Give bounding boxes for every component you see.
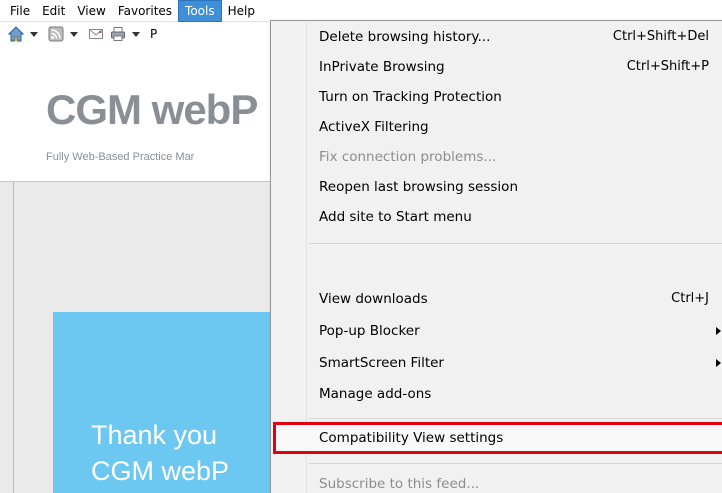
menu-separator <box>309 243 722 244</box>
submenu-arrow-icon <box>716 359 721 367</box>
menu-item-label: Compatibility View settings <box>319 430 504 446</box>
menu-item-smartscreen-filter[interactable]: SmartScreen Filter <box>271 348 722 378</box>
feeds-dropdown-caret-icon[interactable] <box>70 31 78 37</box>
menu-item-activex-filtering[interactable]: ActiveX Filtering <box>271 112 722 142</box>
menu-item-shortcut: Ctrl+Shift+P <box>626 59 709 74</box>
submenu-arrow-icon <box>716 327 721 335</box>
menu-item-inprivate-browsing[interactable]: InPrivate Browsing Ctrl+Shift+P <box>271 52 722 82</box>
menu-item-tracking-protection[interactable]: Turn on Tracking Protection <box>271 82 722 112</box>
content-divider <box>13 182 14 493</box>
menu-help[interactable]: Help <box>222 0 261 22</box>
menu-tools[interactable]: Tools <box>178 0 222 22</box>
command-bar: P <box>0 22 270 46</box>
menu-item-label: Pop-up Blocker <box>319 323 420 339</box>
menu-item-label: ActiveX Filtering <box>319 119 429 135</box>
menu-item-label: Fix connection problems... <box>319 149 497 165</box>
menu-item-fix-connection-problems: Fix connection problems... <box>271 142 722 172</box>
hero-text-line-1: Thank you <box>91 420 218 450</box>
menu-item-manage-add-ons[interactable]: Manage add-ons <box>271 379 722 409</box>
menu-item-compatibility-view-settings[interactable]: Compatibility View settings <box>271 423 722 453</box>
site-logo[interactable]: CGM webP <box>46 86 258 134</box>
hero-text-line-2: CGM webP <box>91 456 230 486</box>
menu-item-label: Manage add-ons <box>319 386 432 402</box>
rss-feed-icon[interactable] <box>48 26 64 42</box>
tools-menu: Delete browsing history... Ctrl+Shift+De… <box>270 20 722 493</box>
print-dropdown-caret-icon[interactable] <box>132 31 140 37</box>
menu-item-label: View downloads <box>319 291 428 307</box>
menu-separator <box>309 463 722 464</box>
menu-item-delete-browsing-history[interactable]: Delete browsing history... Ctrl+Shift+De… <box>271 22 722 52</box>
menu-item-add-site-to-start[interactable]: Add site to Start menu <box>271 202 722 232</box>
menu-item-reopen-last-session[interactable]: Reopen last browsing session <box>271 172 722 202</box>
menu-item-label: Subscribe to this feed... <box>319 476 480 492</box>
menu-item-shortcut: Ctrl+Shift+Del <box>612 29 709 44</box>
mail-icon[interactable] <box>88 26 104 42</box>
print-icon[interactable] <box>110 26 126 42</box>
menu-item-label: InPrivate Browsing <box>319 59 445 75</box>
menu-item-label: Add site to Start menu <box>319 209 472 225</box>
site-tagline: Fully Web-Based Practice Mar <box>46 151 195 163</box>
menu-edit[interactable]: Edit <box>36 0 71 22</box>
hero-banner: Thank you CGM webP <box>53 312 270 493</box>
page-header: CGM webP Fully Web-Based Practice Mar <box>0 46 270 182</box>
menu-bar: File Edit View Favorites Tools Help <box>0 0 722 22</box>
menu-view[interactable]: View <box>71 0 111 22</box>
menu-item-label: Turn on Tracking Protection <box>319 89 502 105</box>
page-menu-button[interactable]: P <box>150 27 157 41</box>
home-dropdown-caret-icon[interactable] <box>30 31 38 37</box>
menu-item-label: SmartScreen Filter <box>319 355 444 371</box>
menu-item-popup-blocker[interactable]: Pop-up Blocker <box>271 316 722 346</box>
menu-item-subscribe-to-feed: Subscribe to this feed... <box>271 469 722 493</box>
menu-favorites[interactable]: Favorites <box>112 0 178 22</box>
menu-item-shortcut: Ctrl+J <box>671 291 709 306</box>
menu-item-label: Reopen last browsing session <box>319 179 518 195</box>
home-icon[interactable] <box>8 26 24 42</box>
menu-separator <box>309 418 722 419</box>
menu-file[interactable]: File <box>4 0 36 22</box>
menu-item-label: Delete browsing history... <box>319 29 491 45</box>
menu-item-view-downloads[interactable]: View downloads Ctrl+J <box>271 284 722 314</box>
